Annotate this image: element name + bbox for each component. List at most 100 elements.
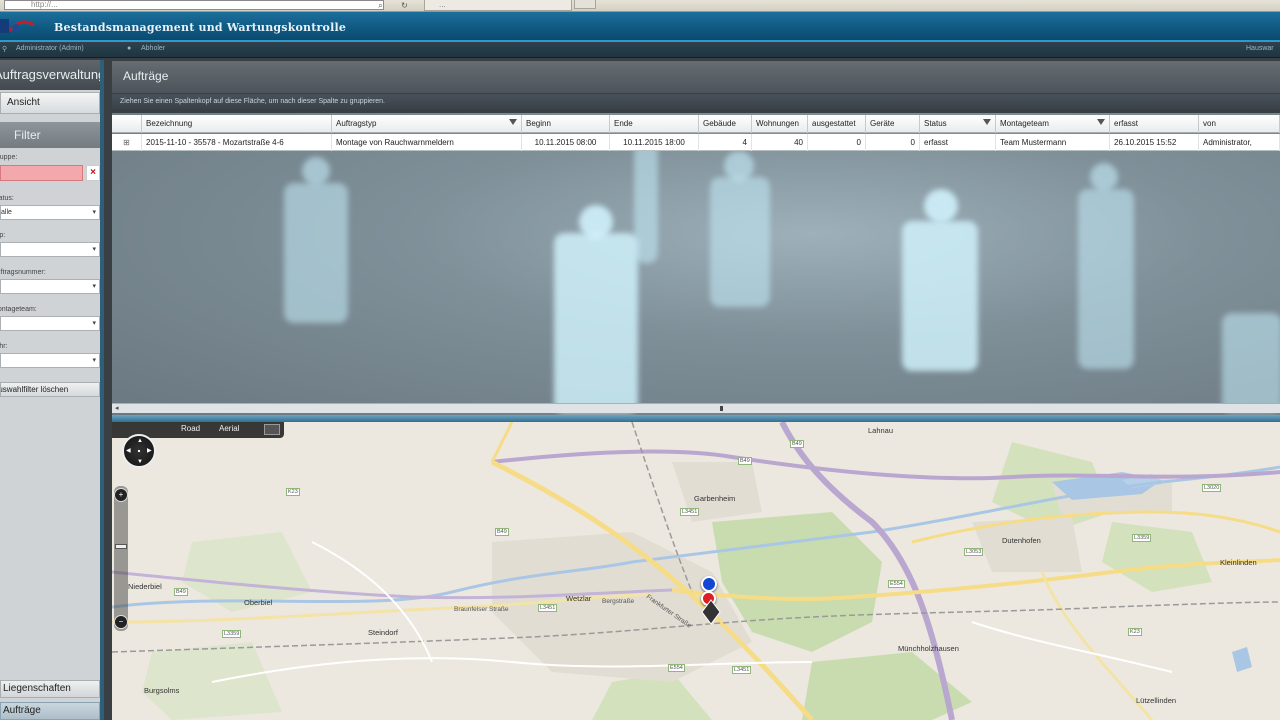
- map-road-label: L3359: [222, 630, 242, 638]
- cell-ausgestattet: 0: [808, 134, 866, 151]
- map-layers-button[interactable]: [264, 424, 280, 435]
- column-header-beginn[interactable]: Beginn: [522, 115, 610, 133]
- map-road-label: K23: [1128, 628, 1142, 636]
- background-figure-head: [1090, 163, 1118, 191]
- column-header-label: Auftragstyp: [336, 119, 377, 128]
- pan-right-icon[interactable]: ▶: [147, 448, 152, 454]
- pan-down-icon[interactable]: ▼: [137, 459, 143, 465]
- cell-status: erfasst: [920, 134, 996, 151]
- status-select[interactable]: alle ▾: [0, 205, 100, 220]
- column-header-auftragstyp[interactable]: Auftragstyp: [332, 115, 522, 133]
- map-pin-icon[interactable]: [700, 598, 722, 626]
- ansicht-button[interactable]: Ansicht: [0, 92, 100, 114]
- map-canvas: [112, 422, 1280, 720]
- pan-left-icon[interactable]: ◀: [126, 448, 131, 454]
- column-header-erfasst[interactable]: erfasst: [1110, 115, 1199, 133]
- background-figure: [710, 177, 770, 307]
- compass-icon[interactable]: ▲ ▼ ◀ ▶: [122, 434, 156, 468]
- column-header-bezeichnung[interactable]: Bezeichnung: [142, 115, 332, 133]
- horizontal-scrollbar[interactable]: ◂: [112, 403, 1280, 413]
- column-header-montageteam[interactable]: Montageteam: [996, 115, 1110, 133]
- map-road-label: B49: [174, 588, 188, 596]
- zoom-slider[interactable]: + −: [114, 486, 128, 631]
- current-user[interactable]: Administrator (Admin): [16, 45, 84, 52]
- status-select-value: alle: [1, 209, 12, 216]
- filter-icon[interactable]: [983, 119, 991, 125]
- row-expand-icon[interactable]: ⊞: [112, 134, 142, 151]
- background-figure: [554, 233, 638, 413]
- logo-icon: [0, 19, 35, 33]
- clear-gruppe-button[interactable]: ×: [86, 165, 100, 181]
- column-header-geraete[interactable]: Geräte: [866, 115, 920, 133]
- column-header-ende[interactable]: Ende: [610, 115, 699, 133]
- chevron-down-icon: ▾: [92, 246, 96, 253]
- zoom-out-icon[interactable]: −: [114, 615, 128, 629]
- filter-header: Filter: [0, 122, 100, 148]
- map-aerial-button[interactable]: Aerial: [219, 424, 239, 433]
- background-figure: [1222, 313, 1280, 413]
- map-place-label: Steindorf: [368, 628, 399, 637]
- pane-splitter[interactable]: [112, 415, 1280, 422]
- clear-filter-button[interactable]: Auswahlfilter löschen: [0, 382, 100, 397]
- scroll-left-icon[interactable]: ◂: [115, 404, 119, 413]
- nav-liegenschaften[interactable]: Liegenschaften: [0, 680, 100, 698]
- current-area[interactable]: Abholer: [141, 45, 165, 52]
- column-header-gebaeude[interactable]: Gebäude: [699, 115, 752, 133]
- table-row[interactable]: ⊞ 2015-11-10 - 35578 - Mozartstraße 4-6 …: [112, 134, 1280, 151]
- typ-select[interactable]: ▾: [0, 242, 100, 257]
- browser-toolbar: http://... ⌕ ↻ ...: [0, 0, 1280, 12]
- user-bar-right-label[interactable]: Hauswar: [1246, 45, 1274, 52]
- filter-label-typ: Typ:: [0, 232, 6, 239]
- cell-auftragstyp: Montage von Rauchwarnmeldern: [332, 134, 522, 151]
- column-header-wohnungen[interactable]: Wohnungen: [752, 115, 808, 133]
- grid-column-header: Bezeichnung Auftragstyp Beginn Ende Gebä…: [112, 115, 1280, 133]
- map-road-button[interactable]: Road: [181, 424, 200, 433]
- browser-tab[interactable]: ...: [424, 0, 572, 11]
- map-road-label: L3451: [732, 666, 752, 674]
- map-road-label: E554: [888, 580, 905, 588]
- column-header-ausgestattet[interactable]: ausgestattet: [808, 115, 866, 133]
- chevron-down-icon: ▾: [92, 357, 96, 364]
- map-view[interactable]: Lahnau Garbenheim Dutenhofen Kleinlinden…: [112, 422, 1280, 720]
- chevron-down-icon: ▾: [92, 320, 96, 327]
- nav-auftraege[interactable]: Aufträge: [0, 702, 100, 720]
- column-header-von[interactable]: von: [1199, 115, 1280, 133]
- zoom-handle[interactable]: [115, 544, 127, 549]
- column-header-status[interactable]: Status: [920, 115, 996, 133]
- map-place-label: Kleinlinden: [1220, 558, 1257, 567]
- column-header-select[interactable]: [112, 115, 142, 133]
- filter-label-montageteam: Montageteam:: [0, 306, 37, 313]
- location-pin-blue[interactable]: [701, 576, 717, 592]
- map-road-label: L3451: [538, 604, 558, 612]
- background-figure-head: [924, 189, 958, 223]
- group-drop-area[interactable]: Ziehen Sie einen Spaltenkopf auf diese F…: [112, 94, 1280, 109]
- background-figure-head: [579, 205, 613, 239]
- map-road-label: E554: [668, 664, 685, 672]
- jahr-select[interactable]: ▾: [0, 353, 100, 368]
- cell-wohnungen: 40: [752, 134, 808, 151]
- filter-icon[interactable]: [1097, 119, 1105, 125]
- cell-ende: 10.11.2015 18:00: [610, 134, 699, 151]
- user-icon: ⚲: [2, 46, 8, 53]
- map-place-label: Dutenhofen: [1002, 536, 1041, 545]
- search-icon[interactable]: ⌕: [376, 1, 385, 10]
- refresh-icon[interactable]: ↻: [400, 1, 409, 10]
- background-figure: [1078, 189, 1134, 369]
- sidebar: Auftragsverwaltung Ansicht Filter Gruppe…: [0, 60, 104, 720]
- filter-icon[interactable]: [509, 119, 517, 125]
- montageteam-select[interactable]: ▾: [0, 316, 100, 331]
- auftragsnummer-select[interactable]: ▾: [0, 279, 100, 294]
- gruppe-input[interactable]: [0, 165, 83, 181]
- column-header-label: Status: [924, 119, 947, 128]
- scrollbar-thumb[interactable]: [720, 406, 723, 411]
- new-tab-button[interactable]: [574, 0, 596, 9]
- address-bar[interactable]: http://...: [4, 0, 384, 10]
- pan-up-icon[interactable]: ▲: [137, 438, 143, 444]
- filter-label-auftragsnummer: Auftragsnummer:: [0, 269, 46, 276]
- zoom-in-icon[interactable]: +: [114, 488, 128, 502]
- app-title: Bestandsmanagement und Wartungskontrolle: [54, 21, 347, 34]
- map-place-label: Münchholzhausen: [898, 644, 959, 653]
- user-bar: ⚲ Administrator (Admin) ● Abholer Hauswa…: [0, 43, 1280, 58]
- orders-grid: Bezeichnung Auftragstyp Beginn Ende Gebä…: [112, 113, 1280, 415]
- column-header-label: Montageteam: [1000, 119, 1049, 128]
